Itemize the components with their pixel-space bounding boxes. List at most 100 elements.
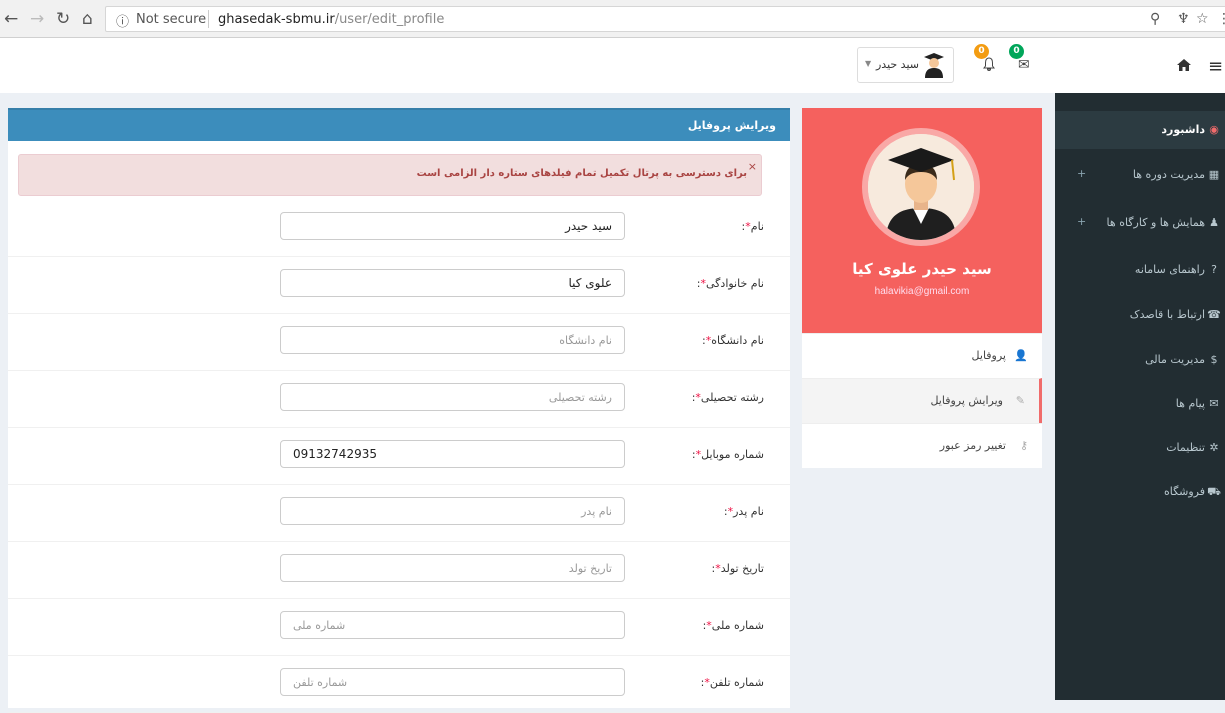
form-row-father-name: نام پدر*: [8, 485, 790, 542]
bell-icon[interactable] [983, 57, 995, 75]
expand-icon[interactable]: + [1077, 215, 1086, 228]
sidebar-item-label: مدیریت مالی [1145, 353, 1205, 366]
notifications-badge: 0 [974, 44, 989, 59]
edit-profile-box: ویرایش پروفایل × برای دسترسی به پرتال تک… [8, 108, 790, 713]
envelope-icon[interactable]: ✉ [1018, 57, 1030, 73]
courses-icon: ▦ [1208, 168, 1220, 181]
field-label: نام دانشگاه*: [702, 334, 764, 347]
sidebar-item-finance[interactable]: $ مدیریت مالی [1055, 341, 1225, 379]
field-label: شماره ملی*: [702, 619, 764, 632]
user-avatar-icon [924, 53, 944, 78]
edit-icon: ✎ [1015, 394, 1025, 407]
extension-icon[interactable]: ♆ [1177, 11, 1190, 27]
profile-card: سید حیدر علوی کیا halavikia@gmail.com 👤 … [802, 108, 1042, 468]
form-row-phone: شماره تلفن*: [8, 656, 790, 713]
sidebar-item-messages[interactable]: ✉ پیام ها [1055, 385, 1225, 423]
avatar [868, 134, 974, 240]
top-header: ≡ ✉ 0 0 ▼ سید حیدر [0, 38, 1225, 93]
alert-text: برای دسترسی به پرتال تکمیل تمام فیلدهای … [416, 168, 747, 179]
form-row-national-id: شماره ملی*: [8, 599, 790, 656]
field-label: شماره تلفن*: [700, 676, 764, 689]
sidebar-item-label: تنظیمات [1166, 441, 1205, 454]
mobile-input[interactable] [280, 440, 625, 468]
field-label: نام*: [741, 220, 764, 233]
home-icon[interactable] [1176, 57, 1192, 76]
sidebar-item-label: پیام ها [1175, 397, 1205, 410]
browser-menu-icon[interactable]: ⋮ [1217, 11, 1225, 27]
box-header: ویرایش پروفایل [8, 108, 790, 141]
field-label: رشته تحصیلی*: [691, 391, 764, 404]
graduate-avatar-icon [868, 134, 974, 240]
star-icon[interactable]: ☆ [1196, 11, 1209, 27]
sidebar-item-courses[interactable]: ▦ مدیریت دوره ها + [1055, 156, 1225, 194]
required-fields-alert: × برای دسترسی به پرتال تکمیل تمام فیلدها… [18, 154, 762, 196]
expand-icon[interactable]: + [1077, 167, 1086, 180]
university-input[interactable] [280, 326, 625, 354]
reload-icon[interactable]: ↻ [56, 9, 70, 29]
national-id-input[interactable] [280, 611, 625, 639]
address-bar[interactable]: ⓘ Not secure ghasedak-sbmu.ir/user/edit_… [105, 6, 1225, 32]
security-label: Not secure [136, 12, 207, 27]
back-icon[interactable]: ← [4, 9, 18, 29]
profile-nav-profile[interactable]: 👤 پروفایل [802, 333, 1042, 378]
profile-email: halavikia@gmail.com [874, 286, 970, 297]
zoom-icon[interactable]: ⚲ [1150, 11, 1160, 27]
sidebar-item-dashboard[interactable]: ◉ داشبورد [1055, 111, 1225, 149]
close-icon[interactable]: × [748, 160, 757, 173]
field-label: نام خانوادگی*: [696, 277, 764, 290]
conference-icon: ♟ [1209, 216, 1219, 229]
profile-header: سید حیدر علوی کیا halavikia@gmail.com [802, 108, 1042, 333]
hamburger-menu-icon[interactable]: ≡ [1208, 56, 1223, 77]
field-of-study-input[interactable] [280, 383, 625, 411]
form-row-university: نام دانشگاه*: [8, 314, 790, 371]
caret-down-icon: ▼ [865, 59, 872, 68]
url-path: /user/edit_profile [334, 12, 445, 27]
forward-icon[interactable]: → [30, 9, 44, 29]
form-row-mobile: شماره موبایل*: [8, 428, 790, 485]
user-icon: 👤 [1014, 349, 1028, 362]
sidebar-item-label: ارتباط با قاصدک [1129, 308, 1205, 321]
sidebar-item-settings[interactable]: ✲ تنظیمات [1055, 429, 1225, 467]
shop-icon: ⛟ [1207, 485, 1221, 498]
help-icon: ? [1211, 263, 1217, 276]
profile-name: سید حیدر علوی کیا [852, 260, 992, 278]
sidebar-item-label: مدیریت دوره ها [1132, 168, 1205, 181]
sidebar-item-label: راهنمای سامانه [1134, 263, 1205, 276]
first-name-input[interactable] [280, 212, 625, 240]
url-host: ghasedak-sbmu.ir [218, 12, 335, 27]
form-row-birth-date: تاریخ تولد*: [8, 542, 790, 599]
profile-nav-edit-profile[interactable]: ✎ ویرایش پروفایل [802, 378, 1042, 423]
form-row-last-name: نام خانوادگی*: [8, 257, 790, 314]
info-icon[interactable]: ⓘ [116, 11, 129, 30]
divider [208, 10, 209, 28]
messages-badge: 0 [1009, 44, 1024, 59]
last-name-input[interactable] [280, 269, 625, 297]
profile-nav-label: پروفایل [971, 349, 1006, 362]
phone-input[interactable] [280, 668, 625, 696]
sidebar-item-help[interactable]: ? راهنمای سامانه [1055, 251, 1225, 289]
contact-icon: ☎ [1207, 308, 1221, 321]
sidebar-item-shop[interactable]: ⛟ فروشگاه [1055, 473, 1225, 511]
dashboard-icon: ◉ [1209, 123, 1219, 136]
sidebar-item-label: فروشگاه [1163, 485, 1205, 498]
browser-bar: ← → ↻ ⌂ ⓘ Not secure ghasedak-sbmu.ir/us… [0, 0, 1225, 38]
message-icon: ✉ [1209, 397, 1219, 410]
field-label: نام پدر*: [723, 505, 764, 518]
box-title: ویرایش پروفایل [687, 119, 776, 132]
profile-nav-label: ویرایش پروفایل [930, 394, 1003, 407]
url-text[interactable]: ghasedak-sbmu.ir/user/edit_profile [218, 12, 444, 27]
field-label: شماره موبایل*: [691, 448, 764, 461]
sidebar-item-conferences[interactable]: ♟ همایش ها و کارگاه ها + [1055, 204, 1225, 242]
user-name: سید حیدر [875, 58, 919, 71]
form-row-field-of-study: رشته تحصیلی*: [8, 371, 790, 428]
sidebar-item-label: داشبورد [1161, 123, 1205, 136]
profile-nav-change-password[interactable]: ⚷ تغییر رمز عبور [802, 423, 1042, 468]
form-row-first-name: نام*: [8, 200, 790, 257]
field-label: تاریخ تولد*: [711, 562, 764, 575]
user-menu-button[interactable]: ▼ سید حیدر [857, 47, 954, 83]
home-page-icon[interactable]: ⌂ [82, 9, 93, 29]
sidebar: ◉ داشبورد ▦ مدیریت دوره ها + ♟ همایش ها … [1055, 93, 1225, 700]
father-name-input[interactable] [280, 497, 625, 525]
birth-date-input[interactable] [280, 554, 625, 582]
sidebar-item-contact[interactable]: ☎ ارتباط با قاصدک [1055, 296, 1225, 334]
